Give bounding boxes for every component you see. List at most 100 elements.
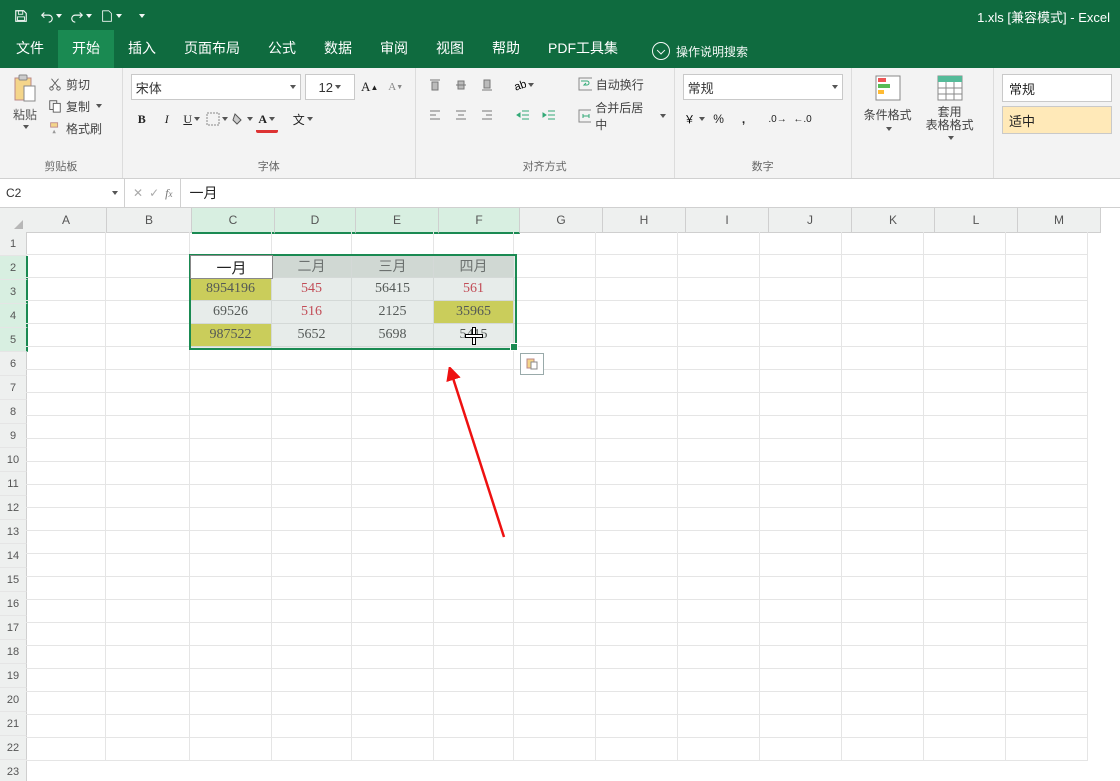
- cell[interactable]: [434, 508, 514, 531]
- cell[interactable]: [1006, 531, 1088, 554]
- row-header-7[interactable]: 7: [0, 376, 27, 400]
- cell[interactable]: [678, 692, 760, 715]
- cell[interactable]: [190, 577, 272, 600]
- cell[interactable]: [842, 439, 924, 462]
- cell[interactable]: [514, 623, 596, 646]
- tell-me-search[interactable]: 操作说明搜索: [642, 34, 758, 68]
- customize-qat-icon[interactable]: [130, 5, 152, 27]
- cell[interactable]: [26, 738, 106, 761]
- cell[interactable]: [678, 508, 760, 531]
- row-headers[interactable]: 1234567891011121314151617181920212223: [0, 232, 26, 781]
- cell[interactable]: [678, 623, 760, 646]
- cell[interactable]: [760, 623, 842, 646]
- cell[interactable]: [106, 508, 190, 531]
- cell[interactable]: [1006, 554, 1088, 577]
- cell[interactable]: [106, 577, 190, 600]
- cell[interactable]: [842, 462, 924, 485]
- cell[interactable]: [678, 715, 760, 738]
- cell[interactable]: [272, 462, 352, 485]
- cell[interactable]: [678, 738, 760, 761]
- cell[interactable]: [1006, 738, 1088, 761]
- cell[interactable]: [352, 508, 434, 531]
- select-all-corner[interactable]: [0, 208, 27, 233]
- cell[interactable]: [272, 738, 352, 761]
- cell[interactable]: [26, 600, 106, 623]
- row-header-11[interactable]: 11: [0, 472, 27, 496]
- row-header-13[interactable]: 13: [0, 520, 27, 544]
- cell[interactable]: 5698: [352, 324, 434, 347]
- cell[interactable]: [924, 370, 1006, 393]
- row-header-18[interactable]: 18: [0, 640, 27, 664]
- fill-handle[interactable]: [510, 343, 518, 351]
- cell[interactable]: [678, 531, 760, 554]
- cell[interactable]: [272, 370, 352, 393]
- cell[interactable]: [106, 531, 190, 554]
- cell[interactable]: [760, 416, 842, 439]
- cell[interactable]: [26, 393, 106, 416]
- cell[interactable]: [596, 301, 678, 324]
- cell[interactable]: [434, 416, 514, 439]
- tab-formula[interactable]: 公式: [254, 30, 310, 68]
- row-header-14[interactable]: 14: [0, 544, 27, 568]
- cell[interactable]: [190, 715, 272, 738]
- cell[interactable]: [1006, 255, 1088, 278]
- cell[interactable]: [190, 600, 272, 623]
- row-header-21[interactable]: 21: [0, 712, 27, 736]
- cell[interactable]: [352, 600, 434, 623]
- cell[interactable]: [26, 278, 106, 301]
- cell[interactable]: [106, 646, 190, 669]
- cell[interactable]: [842, 692, 924, 715]
- cell[interactable]: [352, 738, 434, 761]
- col-header-G[interactable]: G: [520, 208, 603, 233]
- cell[interactable]: [760, 554, 842, 577]
- number-format-combo[interactable]: 常规: [683, 74, 843, 100]
- row-header-6[interactable]: 6: [0, 352, 27, 376]
- cell[interactable]: 516: [272, 301, 352, 324]
- cell[interactable]: [26, 232, 106, 255]
- cell[interactable]: [190, 738, 272, 761]
- row-header-4[interactable]: 4: [0, 304, 28, 328]
- cell[interactable]: [106, 370, 190, 393]
- cell[interactable]: [352, 439, 434, 462]
- cell[interactable]: [1006, 301, 1088, 324]
- cell[interactable]: [596, 232, 678, 255]
- cell[interactable]: [190, 669, 272, 692]
- cell[interactable]: [514, 393, 596, 416]
- row-header-15[interactable]: 15: [0, 568, 27, 592]
- undo-icon[interactable]: [40, 5, 62, 27]
- cell[interactable]: [760, 692, 842, 715]
- tab-file[interactable]: 文件: [2, 30, 58, 68]
- align-left-icon[interactable]: [424, 104, 446, 126]
- cell[interactable]: [272, 715, 352, 738]
- cell[interactable]: [514, 646, 596, 669]
- col-header-M[interactable]: M: [1018, 208, 1101, 233]
- cell[interactable]: [842, 485, 924, 508]
- tab-review[interactable]: 审阅: [366, 30, 422, 68]
- cell[interactable]: [26, 324, 106, 347]
- cell[interactable]: [842, 669, 924, 692]
- cell[interactable]: [514, 416, 596, 439]
- cell[interactable]: [514, 301, 596, 324]
- cell[interactable]: [190, 554, 272, 577]
- redo-icon[interactable]: [70, 5, 92, 27]
- col-header-B[interactable]: B: [107, 208, 192, 233]
- cell[interactable]: [272, 416, 352, 439]
- tab-home[interactable]: 开始: [58, 30, 114, 68]
- col-header-I[interactable]: I: [686, 208, 769, 233]
- cell[interactable]: 5652: [272, 324, 352, 347]
- cell[interactable]: [434, 577, 514, 600]
- cell[interactable]: [1006, 324, 1088, 347]
- row-header-23[interactable]: 23: [0, 760, 27, 781]
- cell[interactable]: [678, 669, 760, 692]
- col-header-J[interactable]: J: [769, 208, 852, 233]
- cell[interactable]: [352, 531, 434, 554]
- cell[interactable]: [924, 347, 1006, 370]
- cell[interactable]: [190, 347, 272, 370]
- cell[interactable]: [678, 577, 760, 600]
- style-normal[interactable]: 常规: [1002, 74, 1112, 102]
- cell[interactable]: [514, 508, 596, 531]
- cell[interactable]: [106, 324, 190, 347]
- cell[interactable]: [1006, 370, 1088, 393]
- paste-options-button[interactable]: [520, 353, 544, 375]
- cell[interactable]: [434, 646, 514, 669]
